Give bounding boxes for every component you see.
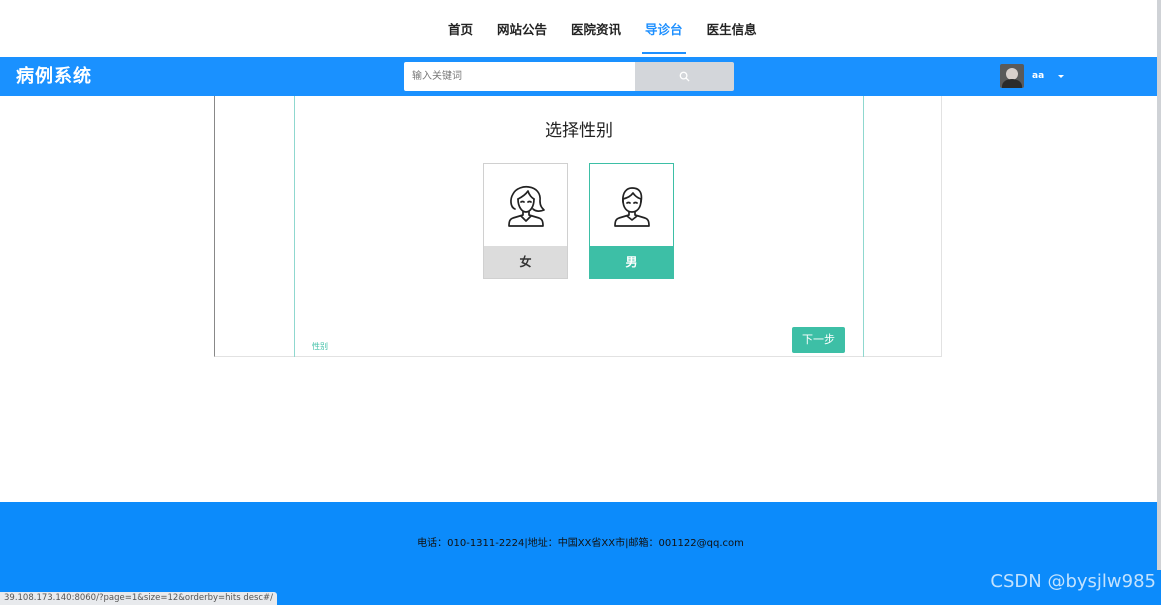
nav-item-home[interactable]: 首页 bbox=[445, 0, 476, 57]
status-bar-url: 39.108.173.140:8060/?page=1&size=12&orde… bbox=[0, 592, 278, 605]
caret-down-icon bbox=[1058, 74, 1065, 78]
step-caption: 性别 bbox=[312, 342, 328, 351]
gender-option-male[interactable]: 男 bbox=[589, 163, 674, 279]
scrollbar[interactable] bbox=[1157, 0, 1161, 570]
username: aa bbox=[1032, 71, 1045, 81]
gender-label-female: 女 bbox=[484, 246, 567, 278]
top-nav-links: 首页 网站公告 医院资讯 导诊台 医生信息 bbox=[445, 0, 760, 57]
nav-item-triage[interactable]: 导诊台 bbox=[642, 0, 686, 57]
gender-option-female[interactable]: 女 bbox=[483, 163, 568, 279]
avatar[interactable] bbox=[1000, 64, 1024, 88]
search-button[interactable] bbox=[635, 62, 734, 91]
brand-title: 病例系统 bbox=[16, 66, 92, 87]
page-title: 选择性别 bbox=[545, 121, 613, 141]
header-bar: 病例系统 aa bbox=[0, 57, 1161, 96]
top-navigation: 首页 网站公告 医院资讯 导诊台 医生信息 bbox=[0, 0, 1161, 57]
male-person-icon bbox=[613, 186, 650, 227]
footer-contact: 电话：010-1311-2224|地址：中国XX省XX市|邮箱：001122@q… bbox=[417, 538, 744, 549]
nav-item-announcements[interactable]: 网站公告 bbox=[494, 0, 550, 57]
next-step-button[interactable]: 下一步 bbox=[792, 327, 845, 353]
nav-item-doctor-info[interactable]: 医生信息 bbox=[704, 0, 760, 57]
user-menu[interactable]: aa bbox=[1000, 61, 1065, 91]
search-icon bbox=[679, 71, 690, 82]
gender-label-male: 男 bbox=[590, 246, 673, 278]
watermark: CSDN @bysjlw985 bbox=[990, 571, 1156, 592]
search-input[interactable] bbox=[404, 62, 636, 91]
footer: 电话：010-1311-2224|地址：中国XX省XX市|邮箱：001122@q… bbox=[0, 502, 1161, 605]
female-person-icon bbox=[507, 185, 545, 227]
nav-item-hospital-news[interactable]: 医院资讯 bbox=[568, 0, 624, 57]
